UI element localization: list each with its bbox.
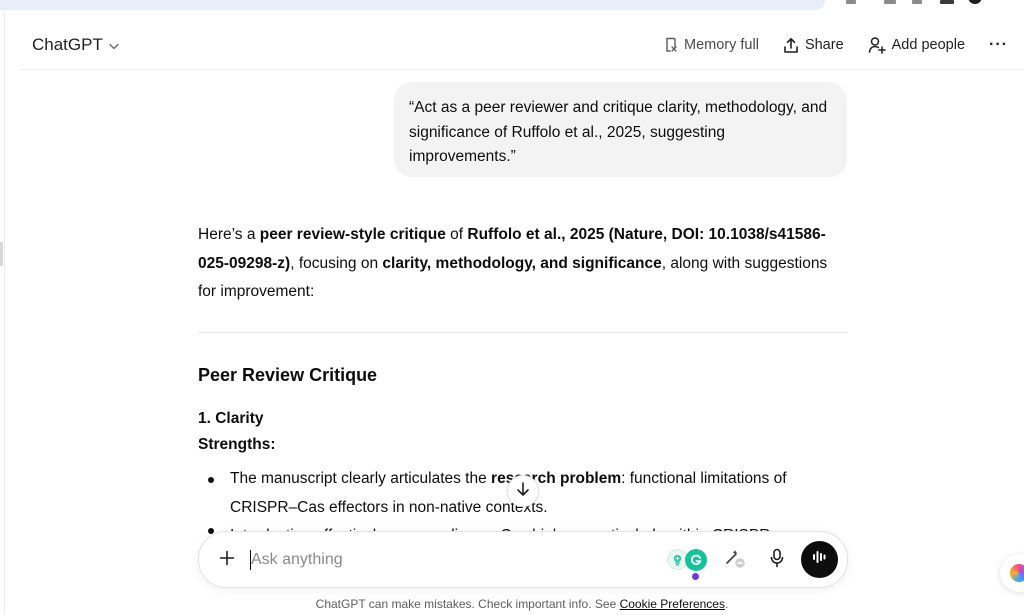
- attach-button[interactable]: [214, 547, 240, 573]
- scroll-down-icon: [516, 481, 530, 502]
- top-actions: Memory full Share Add people ···: [640, 30, 1008, 60]
- share-label: Share: [804, 37, 844, 53]
- memory-icon: [664, 37, 678, 53]
- prompt-input[interactable]: [251, 545, 651, 575]
- bullet-dot: [208, 477, 214, 483]
- window-control[interactable]: [846, 0, 856, 4]
- browser-profile-avatar[interactable]: [968, 0, 982, 4]
- cookie-preferences-link[interactable]: Cookie Preferences: [620, 597, 725, 611]
- add-people-icon: [868, 36, 886, 54]
- memory-full-button[interactable]: Memory full: [664, 37, 759, 53]
- add-people-button[interactable]: Add people: [868, 36, 965, 54]
- subsection-heading: 1. Clarity: [198, 410, 264, 427]
- sidebar-resize-handle[interactable]: [0, 242, 3, 266]
- scroll-down-button[interactable]: [507, 475, 539, 507]
- dictate-button[interactable]: [763, 546, 791, 574]
- model-label: ChatGPT: [32, 35, 103, 54]
- top-bar: ChatGPT Memory full Share Add people ···: [20, 22, 1024, 70]
- strengths-label: Strengths:: [198, 436, 276, 453]
- window-control[interactable]: [940, 0, 954, 4]
- address-bar[interactable]: [0, 0, 825, 10]
- memory-label: Memory full: [684, 37, 759, 53]
- grammarly-icon[interactable]: [685, 549, 707, 571]
- mic-icon: [770, 548, 784, 573]
- chevron-down-icon: [109, 39, 119, 53]
- status-dot: [692, 573, 699, 580]
- voice-mode-button[interactable]: [801, 541, 838, 578]
- user-message: “Act as a peer reviewer and critique cla…: [394, 82, 847, 177]
- magic-edit-button[interactable]: [721, 546, 749, 574]
- window-control[interactable]: [912, 0, 922, 4]
- window-control[interactable]: [884, 0, 896, 4]
- assistant-intro: Here’s a peer review-style critique of R…: [198, 226, 828, 300]
- add-people-label: Add people: [891, 37, 966, 53]
- browser-chrome: [0, 0, 1024, 12]
- more-icon: ···: [989, 36, 1008, 53]
- section-divider: [198, 332, 848, 333]
- magic-edit-icon: [723, 547, 747, 574]
- message-composer: [198, 531, 848, 588]
- extension-badges: [667, 549, 713, 571]
- plus-icon: [219, 550, 235, 571]
- share-button[interactable]: Share: [783, 37, 844, 54]
- floating-assistant-button[interactable]: [1000, 554, 1024, 592]
- more-options-button[interactable]: ···: [989, 36, 1008, 54]
- model-selector[interactable]: ChatGPT: [32, 30, 119, 60]
- section-heading: Peer Review Critique: [198, 365, 378, 385]
- share-icon: [783, 37, 799, 54]
- sidebar-edge: [0, 12, 5, 615]
- voice-mode-icon: [811, 549, 829, 570]
- assistant-logo-icon: [1010, 564, 1024, 582]
- disclaimer: ChatGPT can make mistakes. Check importa…: [315, 597, 729, 611]
